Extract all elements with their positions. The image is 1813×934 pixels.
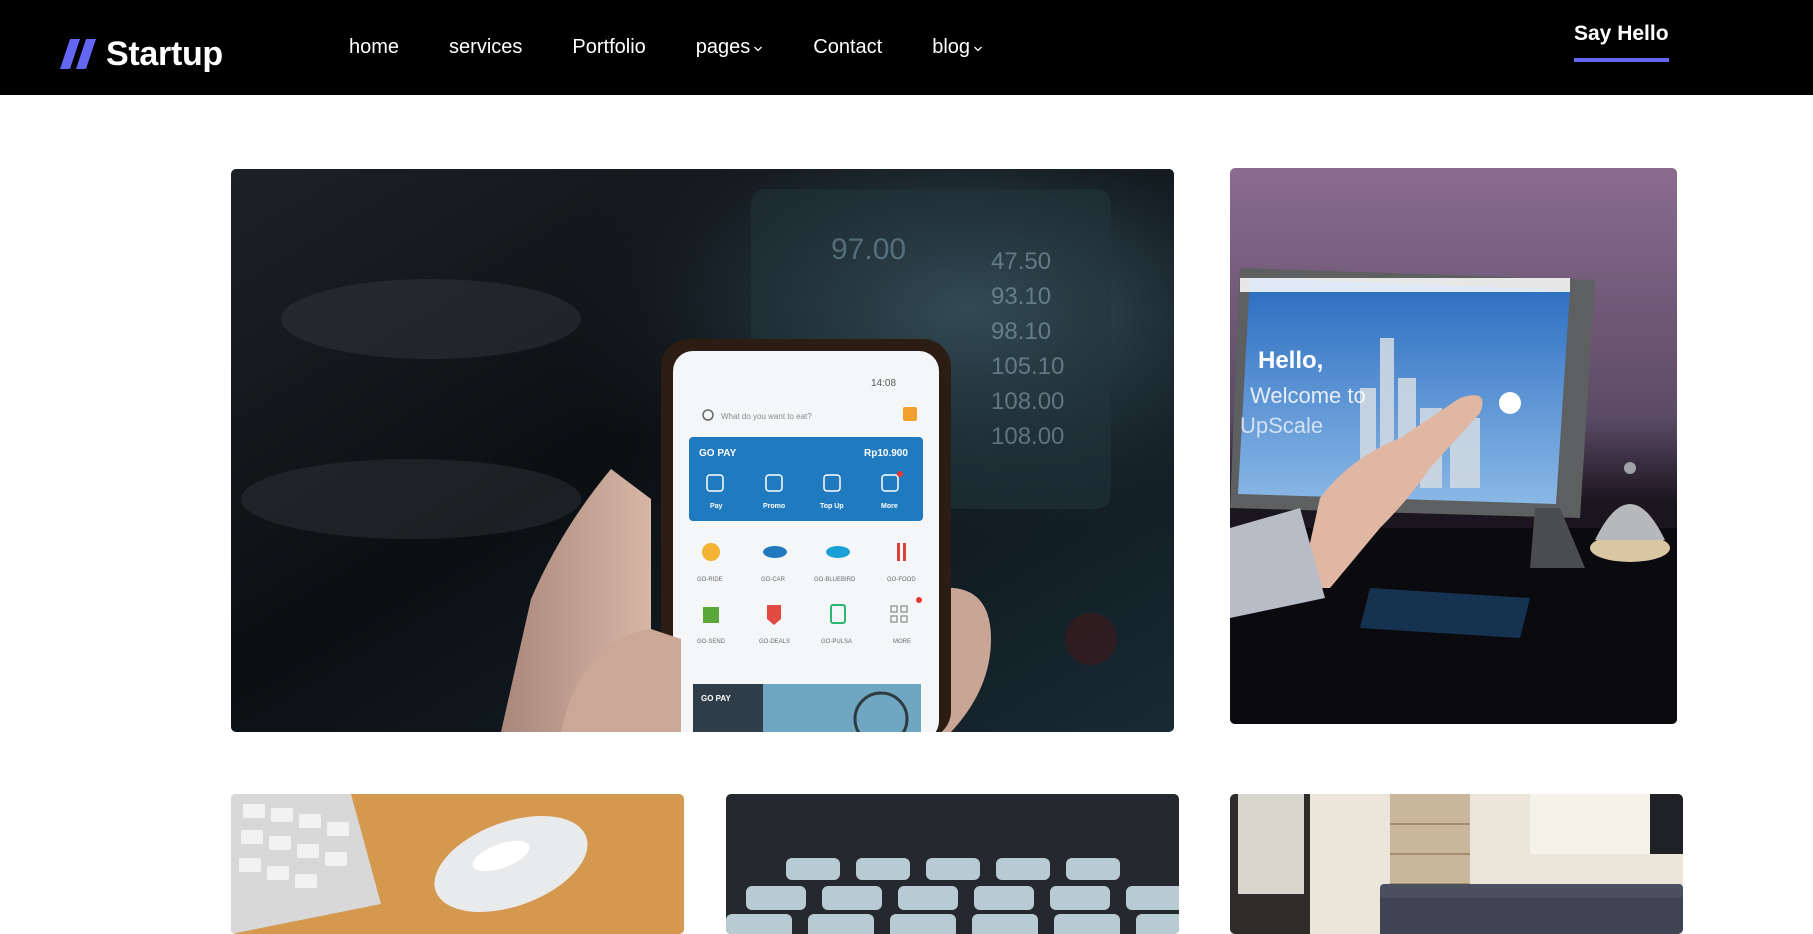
app-service-label: GO-FOOD [887, 577, 916, 583]
portfolio-item-tablet-kiosk[interactable]: Hello, Welcome to UpScale [1230, 168, 1677, 724]
app-service-label: GO-BLUEBIRD [814, 577, 856, 583]
portfolio-item-keyboard-mouse[interactable] [231, 794, 684, 934]
svg-text:98.10: 98.10 [991, 318, 1051, 345]
nav-item-portfolio[interactable]: Portfolio [572, 0, 645, 95]
nav-item-label: blog [932, 36, 971, 58]
app-service-label: MORE [893, 639, 911, 645]
app-service-label: GO-DEALS [759, 639, 790, 645]
nav-item-services[interactable]: services [449, 0, 522, 95]
status-time: 14:08 [871, 378, 896, 389]
nav-item-blog[interactable]: blog [932, 0, 983, 95]
nav-item-pages[interactable]: pages [696, 0, 764, 95]
logo-icon [60, 39, 96, 69]
app-search-placeholder: What do you want to eat? [721, 412, 812, 421]
wallet-balance: Rp10.900 [864, 448, 908, 459]
wallet-label: GO PAY [699, 448, 737, 459]
nav-item-label: services [449, 36, 523, 58]
portfolio-item-office-lounge[interactable] [1230, 794, 1683, 934]
main-nav: home services Portfolio pages Contact bl… [349, 0, 1033, 95]
app-action-label: Pay [710, 503, 723, 510]
svg-text:97.00: 97.00 [831, 233, 906, 266]
kiosk-brand: UpScale [1240, 413, 1323, 438]
say-hello-button[interactable]: Say Hello [1574, 22, 1669, 62]
app-service-label: GO-PULSA [821, 639, 852, 645]
nav-item-contact[interactable]: Contact [813, 0, 882, 95]
promo-banner-label: GO PAY [701, 694, 731, 703]
app-service-label: GO-SEND [697, 639, 726, 645]
portfolio-image: 97.00 47.50 93.10 98.10 105.10 108.00 108.0… [231, 169, 1174, 732]
app-action-label: Promo [763, 503, 785, 510]
brand-logo[interactable]: Startup [60, 34, 223, 74]
portfolio-item-phone-app[interactable]: 97.00 47.50 93.10 98.10 105.10 108.00 108.0… [231, 169, 1174, 732]
chevron-down-icon [754, 46, 763, 51]
svg-text:108.00: 108.00 [991, 388, 1064, 415]
nav-item-label: Portfolio [572, 36, 646, 58]
svg-text:105.10: 105.10 [991, 353, 1064, 380]
svg-text:108.00: 108.00 [991, 423, 1064, 450]
brand-name: Startup [106, 34, 223, 73]
app-service-label: GO-RIDE [697, 577, 723, 583]
portfolio-image: Hello, Welcome to UpScale [1230, 168, 1677, 724]
app-action-label: Top Up [820, 503, 844, 510]
app-action-label: More [881, 503, 898, 510]
chevron-down-icon [974, 46, 982, 51]
nav-item-label: pages [695, 36, 751, 58]
portfolio-item-conference-chairs[interactable] [726, 794, 1179, 934]
portfolio-image [726, 794, 1179, 934]
nav-item-home[interactable]: home [349, 0, 399, 95]
nav-item-label: home [349, 36, 400, 58]
svg-text:47.50: 47.50 [991, 248, 1051, 275]
svg-text:93.10: 93.10 [991, 283, 1051, 310]
site-header: Startup home services Portfolio pages Co… [0, 0, 1813, 95]
portfolio-image [1230, 794, 1683, 934]
app-service-label: GO-CAR [761, 577, 786, 583]
nav-item-label: Contact [813, 36, 883, 58]
portfolio-image [231, 794, 684, 934]
kiosk-headline: Hello, [1258, 347, 1323, 374]
kiosk-subline: Welcome to [1250, 383, 1366, 408]
